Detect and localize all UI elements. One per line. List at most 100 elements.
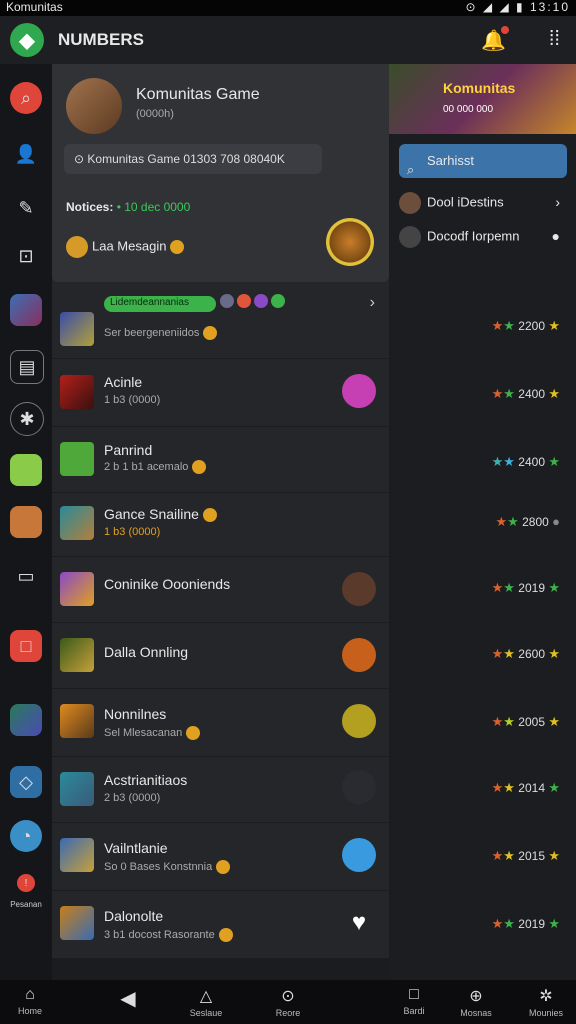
emoji-icon <box>192 460 207 474</box>
list-item[interactable]: Gance Snailine 1 b3 (0000) <box>52 492 389 557</box>
row-subtitle: Ser beergeneniidos <box>104 326 218 340</box>
game-icon[interactable] <box>342 572 376 606</box>
notice: Notices: • 10 dec 0000 <box>66 200 190 214</box>
right-list-item[interactable]: Docodf Iorpemn <box>399 226 520 248</box>
avatar <box>271 294 285 308</box>
community-card[interactable]: Komunitas Game (0000h) ⊙ Komunitas Game … <box>52 64 389 282</box>
bell-icon[interactable]: 🔔 <box>481 26 509 53</box>
list-item[interactable]: Lidemdeannanias › Ser beergeneniidos <box>52 282 389 359</box>
rating-value: 2400 <box>518 455 545 469</box>
sidebar-avatar[interactable] <box>10 506 42 538</box>
chat-icon[interactable]: ◔ <box>10 820 42 852</box>
game-icon[interactable] <box>342 374 376 408</box>
status-icons: ⊙ ◢ ◢ ▮ <box>465 0 525 14</box>
card-title: Komunitas Game <box>136 86 260 103</box>
square-icon[interactable]: □ Bardi <box>384 986 444 1016</box>
right-list-label: Docodf Iorpemn <box>427 228 520 244</box>
screen-icon[interactable]: ▭ <box>10 560 42 592</box>
row-title: Gance Snailine <box>104 506 217 523</box>
compass-icon <box>399 226 421 248</box>
game-icon[interactable] <box>342 838 376 872</box>
row-subtitle: 1 b3 (0000) <box>104 394 161 406</box>
list-item[interactable]: Vailntlanie So 0 Bases Konstnnia <box>52 822 389 891</box>
game-icon[interactable]: ⊡ <box>10 240 42 272</box>
list-item[interactable]: Acstrianitiaos 2 b3 (0000) <box>52 756 389 823</box>
right-list-item[interactable]: Dool iDestins <box>399 192 504 214</box>
game-icon[interactable] <box>342 704 376 738</box>
nav-label: Mounies <box>528 1008 564 1018</box>
game-avatar[interactable] <box>326 218 374 266</box>
game-thumbnail <box>60 772 94 806</box>
game-thumbnail <box>60 375 94 409</box>
sidebar-avatar[interactable] <box>10 454 42 486</box>
sidebar-avatar[interactable] <box>10 294 42 326</box>
shield-icon[interactable]: ◇ <box>10 766 42 798</box>
right-list-label: Dool iDestins <box>427 194 504 210</box>
rating-value: 2400 <box>518 387 545 401</box>
pen-icon[interactable]: ✎ <box>10 192 42 224</box>
notice-value: • 10 dec 0000 <box>116 200 191 214</box>
app-bar: ◆ NUMBERS 🔔 ⁞⁞ <box>0 16 576 64</box>
status-right: ⊙ ◢ ◢ ▮ 13:10 <box>466 0 571 14</box>
game-thumbnail <box>60 638 94 672</box>
notification-dot <box>501 26 509 34</box>
list-item[interactable]: Coninike Oooniends <box>52 556 389 623</box>
game-icon[interactable]: ⊕ Mosnas <box>446 986 506 1018</box>
game-icon[interactable] <box>342 638 376 672</box>
doc-icon[interactable]: ▤ <box>10 350 44 384</box>
avatar <box>399 192 421 214</box>
rating-value: 2200 <box>518 319 545 333</box>
grid-icon[interactable]: ⁞⁞ <box>549 28 560 51</box>
person-icon[interactable]: 👤 <box>10 138 42 170</box>
row-subtitle-text: Ser beergeneniidos <box>104 326 200 339</box>
heart-icon[interactable]: ♥ <box>342 906 376 940</box>
list-item[interactable]: Dalonolte 3 b1 docost Rasorante ♥ <box>52 890 389 958</box>
home-icon[interactable]: ⌂ Home <box>0 986 60 1016</box>
search-icon[interactable]: ⌕ <box>10 82 42 114</box>
list-item[interactable]: Nonnilnes Sel Mlesacanan <box>52 688 389 757</box>
search-button[interactable]: ⌕ Sarhisst <box>399 144 567 178</box>
search-button-label: Sarhisst <box>427 153 474 168</box>
rating: ★★ 2200 ★ <box>491 318 560 333</box>
sidebar-avatar[interactable] <box>10 704 42 736</box>
list-item[interactable]: Panrind 2 b 1 b1 acemalo <box>52 426 389 493</box>
community-banner[interactable]: Komunitas 00 000 000 <box>389 64 576 134</box>
rating-value: 2800 <box>522 515 549 529</box>
nav-label: Bardi <box>403 1006 425 1016</box>
list-item[interactable]: Acinle 1 b3 (0000) <box>52 358 389 427</box>
logo-icon[interactable]: ◆ <box>10 23 44 57</box>
row-subtitle: Sel Mlesacanan <box>104 726 201 740</box>
game-icon[interactable] <box>342 770 376 804</box>
card-info-bar[interactable]: ⊙ Komunitas Game 01303 708 08040K <box>64 144 322 174</box>
square-icon[interactable]: □ <box>10 630 42 662</box>
avatar <box>254 294 268 308</box>
app-title: NUMBERS <box>58 30 144 49</box>
chevron-right-icon[interactable]: › <box>370 294 375 312</box>
row-title: Acinle <box>104 374 143 390</box>
banner-subtitle: 00 000 000 <box>443 104 494 115</box>
search-icon[interactable]: ⊙ Reore <box>258 986 318 1018</box>
row-title-text: Gance Snailine <box>104 506 199 522</box>
alert-icon[interactable]: △ Seslaue <box>176 986 236 1018</box>
rating: ★★ 2015 ★ <box>491 848 560 863</box>
game-thumbnail <box>60 906 94 940</box>
alert-icon[interactable]: ! <box>17 874 35 892</box>
rating-value: 2005 <box>518 715 545 729</box>
rating: ★★ 2019 ★ <box>491 580 560 595</box>
row-subtitle-text: So 0 Bases Konstnnia <box>104 860 213 873</box>
gear-icon[interactable]: ✲ Mounies <box>516 986 576 1018</box>
chevron-right-icon[interactable]: › <box>555 194 560 210</box>
message-link[interactable]: Laa Mesagin <box>66 236 185 258</box>
message-icon <box>66 236 88 258</box>
row-subtitle: 3 b1 docost Rasorante <box>104 928 233 942</box>
avatar <box>220 294 234 308</box>
back-icon[interactable]: ◀ <box>98 986 158 1011</box>
avatar[interactable] <box>66 78 122 134</box>
emoji-icon <box>218 928 233 942</box>
row-subtitle-text: Sel Mlesacanan <box>104 726 183 739</box>
game-thumbnail <box>60 312 94 346</box>
info-icon[interactable]: ● <box>552 228 560 244</box>
bottom-nav: ⌂ Home ◀ △ Seslaue ⊙ Reore □ Bardi ⊕ Mosnas ✲… <box>0 980 576 1024</box>
settings-icon[interactable]: ✱ <box>10 402 44 436</box>
list-item[interactable]: Dalla Onnling <box>52 622 389 689</box>
